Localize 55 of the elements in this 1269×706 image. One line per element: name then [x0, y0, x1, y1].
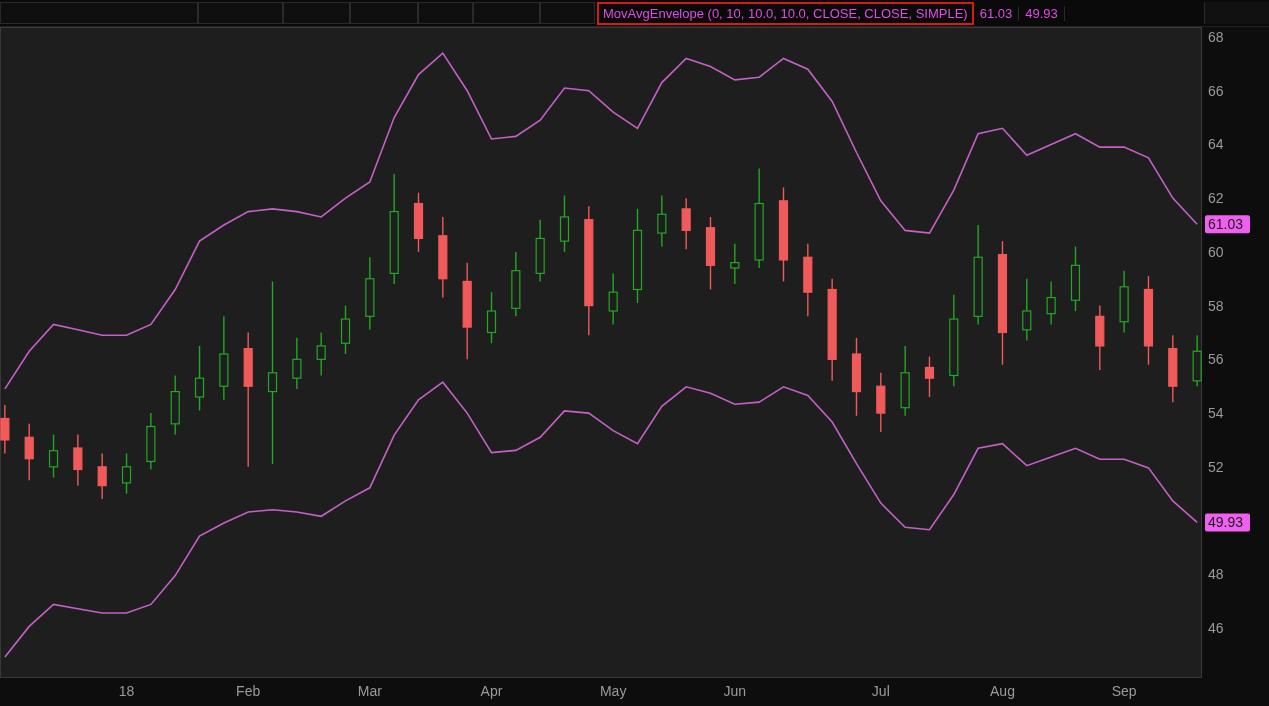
- price-tick-label: 52: [1208, 458, 1224, 475]
- candlestick: [559, 194, 570, 253]
- price-badge: 49.93: [1205, 513, 1250, 532]
- price-tick-label: 54: [1208, 405, 1224, 422]
- price-tick-label: 64: [1208, 136, 1224, 153]
- candlestick: [340, 304, 351, 355]
- candlestick: [535, 218, 545, 283]
- candlestick: [121, 452, 132, 495]
- candlestick: [657, 194, 667, 248]
- month-tick-label: Apr: [480, 683, 503, 699]
- month-tick-label: May: [599, 683, 627, 699]
- study-reading: 61.03: [973, 5, 1020, 21]
- candlestick: [924, 355, 935, 398]
- candlestick: [48, 433, 59, 479]
- price-tick-label: 68: [1208, 28, 1224, 45]
- candlestick: [608, 272, 618, 326]
- price-tick-label: 60: [1208, 243, 1224, 260]
- candlestick: [0, 404, 10, 455]
- month-tick-label: 18: [118, 683, 135, 699]
- candlestick: [1070, 245, 1081, 312]
- candlestick: [900, 345, 910, 417]
- candlestick: [194, 345, 205, 412]
- candlestick: [316, 331, 326, 377]
- candlestick: [730, 243, 740, 285]
- candlestick: [73, 433, 83, 487]
- candlestick: [681, 197, 691, 250]
- month-tick-label: Jun: [723, 683, 747, 699]
- study-reading: 49.93: [1019, 5, 1065, 21]
- price-tick-label: 58: [1208, 297, 1224, 314]
- candlestick: [413, 192, 424, 253]
- candlestick: [1168, 334, 1178, 404]
- candlestick: [1095, 304, 1105, 371]
- candlestick: [1119, 270, 1129, 334]
- study-label[interactable]: MovAvgEnvelope (0, 10, 10.0, 10.0, CLOSE, CLOSE, SIMPLE): [597, 1, 974, 25]
- candlestick: [511, 251, 521, 318]
- price-tick-label: 46: [1208, 620, 1224, 637]
- month-tick-label: Mar: [357, 683, 382, 699]
- price-tick-label: 48: [1208, 566, 1224, 583]
- month-tick-label: Jul: [871, 683, 890, 699]
- candlestick: [486, 291, 497, 344]
- price-badge: 61.03: [1205, 215, 1250, 234]
- candlestick: [292, 337, 302, 390]
- price-tick-label: 62: [1208, 190, 1224, 207]
- candlestick: [1046, 280, 1056, 326]
- month-tick-label: Feb: [236, 683, 261, 699]
- price-tick-label: 56: [1208, 351, 1224, 368]
- candlestick: [876, 372, 886, 433]
- month-tick-label: Aug: [990, 683, 1015, 699]
- month-tick-label: Sep: [1111, 683, 1137, 699]
- candlestick: [24, 423, 34, 481]
- price-tick-label: 66: [1208, 82, 1224, 99]
- candlestick: [97, 452, 107, 500]
- candlestick: [1022, 278, 1032, 342]
- candlestick: [170, 374, 180, 436]
- candlestick: [146, 412, 156, 471]
